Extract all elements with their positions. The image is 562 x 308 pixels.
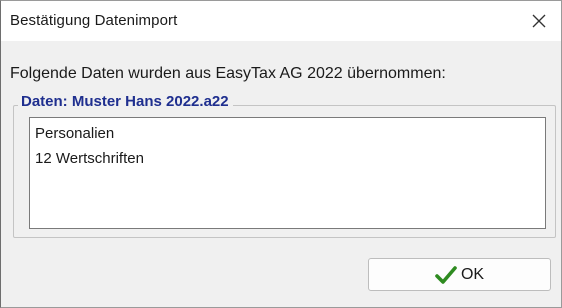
- list-item[interactable]: Personalien: [35, 121, 545, 146]
- window-title: Bestätigung Datenimport: [10, 12, 178, 29]
- groupbox-legend: Daten: Muster Hans 2022.a22: [18, 93, 233, 110]
- imported-data-list[interactable]: Personalien 12 Wertschriften: [29, 117, 546, 229]
- title-bar: Bestätigung Datenimport: [1, 1, 561, 41]
- ok-button-label: OK: [460, 265, 485, 283]
- close-icon: [532, 14, 546, 28]
- close-button[interactable]: [521, 5, 557, 37]
- intro-message: Folgende Daten wurden aus EasyTax AG 202…: [10, 65, 446, 82]
- list-item[interactable]: 12 Wertschriften: [35, 146, 545, 171]
- checkmark-icon: [435, 265, 457, 284]
- ok-button[interactable]: OK: [368, 258, 551, 291]
- dialog-window: Bestätigung Datenimport Folgende Daten w…: [0, 0, 562, 308]
